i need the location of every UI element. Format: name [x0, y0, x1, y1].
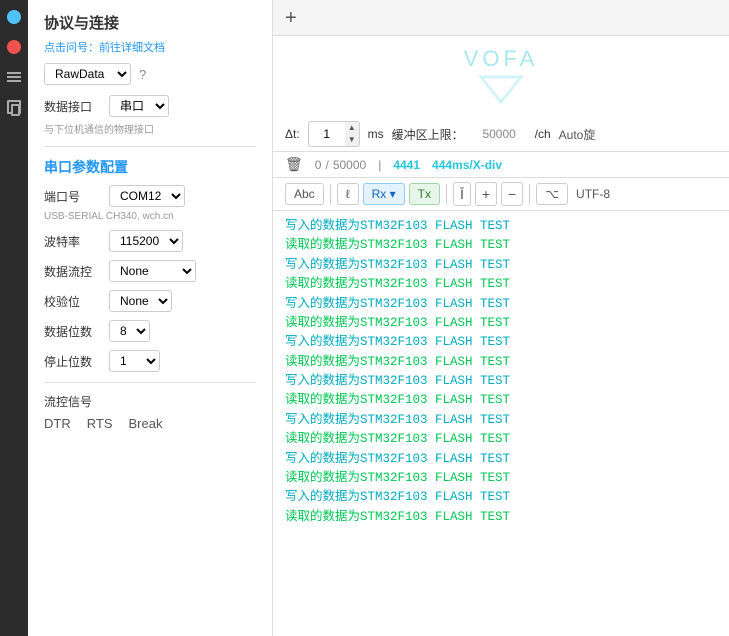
- vofa-logo: VOFA: [464, 46, 539, 107]
- protocol-select[interactable]: RawData FireWater: [44, 63, 131, 85]
- flow-control-row: DTR RTS Break: [44, 416, 256, 431]
- break-control[interactable]: Break: [128, 416, 162, 431]
- main-panel: + VOFA Δt: 1 ▲ ▼ ms 缓冲区上限： /ch Auto旋 🗑 0: [273, 0, 729, 636]
- terminal-line: 读取的数据为STM32F103 FLASH TEST: [285, 430, 717, 449]
- top-bar: +: [273, 0, 729, 36]
- delta-up[interactable]: ▲: [345, 122, 359, 134]
- parity-select[interactable]: None Even Odd: [109, 290, 172, 312]
- delta-label: Δt:: [285, 127, 300, 141]
- buffer-input[interactable]: [472, 127, 527, 141]
- toolbar-sep-3: [529, 184, 530, 204]
- terminal-line: 读取的数据为STM32F103 FLASH TEST: [285, 508, 717, 527]
- settings-row: Δt: 1 ▲ ▼ ms 缓冲区上限： /ch Auto旋: [273, 117, 729, 152]
- terminal-line: 写入的数据为STM32F103 FLASH TEST: [285, 372, 717, 391]
- parity-label: 校验位: [44, 293, 109, 310]
- status-total: 50000: [333, 158, 366, 172]
- terminal-line: 写入的数据为STM32F103 FLASH TEST: [285, 217, 717, 236]
- tx-button[interactable]: Tx: [409, 183, 440, 205]
- delta-input[interactable]: 1: [309, 125, 345, 143]
- interface-desc: 与下位机通信的物理接口: [44, 121, 256, 136]
- clear-button[interactable]: 🗑: [285, 156, 303, 173]
- dtr-control[interactable]: DTR: [44, 416, 71, 431]
- terminal-line: 写入的数据为STM32F103 FLASH TEST: [285, 411, 717, 430]
- abc-button[interactable]: Abc: [285, 183, 324, 205]
- rx-button[interactable]: Rx ▾: [363, 183, 405, 205]
- protocol-section-title: 协议与连接: [44, 12, 256, 33]
- status-numbers: 0 / 50000: [315, 158, 366, 172]
- port-label: 端口号: [44, 188, 109, 205]
- vofa-text: VOFA: [464, 46, 539, 72]
- databits-select[interactable]: 8 7 6 5: [109, 320, 150, 342]
- interface-label: 数据接口: [44, 98, 109, 115]
- terminal-line: 读取的数据为STM32F103 FLASH TEST: [285, 314, 717, 333]
- per-ch-label: /ch: [535, 127, 551, 141]
- buffer-label: 缓冲区上限：: [392, 126, 464, 143]
- encoding-label: UTF-8: [576, 187, 610, 201]
- toolbar-sep-1: [330, 184, 331, 204]
- branch-button[interactable]: ⌥: [536, 183, 568, 205]
- docs-link[interactable]: 点击问号：前往详细文档: [44, 39, 256, 55]
- databits-label: 数据位数: [44, 323, 109, 340]
- rts-control[interactable]: RTS: [87, 416, 113, 431]
- circle-red-icon[interactable]: [5, 38, 23, 56]
- sidebar: 协议与连接 点击问号：前往详细文档 RawData FireWater ? 数据…: [28, 0, 273, 636]
- delta-input-wrap: 1 ▲ ▼: [308, 121, 360, 147]
- status-zero: 0: [315, 158, 322, 172]
- flow-label: 数据流控: [44, 263, 109, 280]
- toolbar-sep-2: [446, 184, 447, 204]
- terminal-line: 读取的数据为STM32F103 FLASH TEST: [285, 469, 717, 488]
- auto-label: Auto旋: [559, 126, 596, 143]
- icon-strip: [0, 0, 28, 636]
- terminal-line: 读取的数据为STM32F103 FLASH TEST: [285, 275, 717, 294]
- terminal-line: 写入的数据为STM32F103 FLASH TEST: [285, 295, 717, 314]
- flowsig-label: 流控信号: [44, 393, 256, 410]
- status-pipe: |: [378, 158, 381, 172]
- status-count: 4441: [393, 158, 420, 172]
- terminal-line: 写入的数据为STM32F103 FLASH TEST: [285, 450, 717, 469]
- circle-blue-icon[interactable]: [5, 8, 23, 26]
- terminal-line: 写入的数据为STM32F103 FLASH TEST: [285, 488, 717, 507]
- status-bar: 🗑 0 / 50000 | 4441 444ms/X-div: [273, 152, 729, 178]
- help-icon[interactable]: ?: [139, 67, 146, 82]
- flow-select[interactable]: None Hardware Software: [109, 260, 196, 282]
- baud-select[interactable]: 115200 9600 38400 57600: [109, 230, 183, 252]
- vofa-arrow-icon: [476, 72, 526, 107]
- minus-button[interactable]: −: [501, 182, 523, 206]
- port-sub: USB-SERIAL CH340, wch.cn: [44, 211, 256, 222]
- status-rate: 444ms/X-div: [432, 158, 502, 172]
- terminal-line: 读取的数据为STM32F103 FLASH TEST: [285, 353, 717, 372]
- ms-label: ms: [368, 127, 384, 141]
- serial-config-title: 串口参数配置: [44, 157, 256, 177]
- port-select[interactable]: COM12 COM1 COM3: [109, 185, 185, 207]
- terminal-line: 读取的数据为STM32F103 FLASH TEST: [285, 391, 717, 410]
- status-slash: /: [325, 158, 328, 172]
- add-tab-button[interactable]: +: [285, 8, 297, 28]
- interface-select[interactable]: 串口 UDP TCP: [109, 95, 169, 117]
- plus-button[interactable]: +: [475, 182, 497, 206]
- menu-icon[interactable]: [5, 68, 23, 86]
- delta-down[interactable]: ▼: [345, 134, 359, 146]
- delta-spinner: ▲ ▼: [345, 122, 359, 146]
- cursor-button[interactable]: ℓ: [337, 183, 359, 205]
- panel-icon[interactable]: [5, 98, 23, 116]
- toolbar: Abc ℓ Rx ▾ Tx Ī + − ⌥ UTF-8: [273, 178, 729, 211]
- terminal-line: 写入的数据为STM32F103 FLASH TEST: [285, 256, 717, 275]
- terminal-line: 读取的数据为STM32F103 FLASH TEST: [285, 236, 717, 255]
- vofa-logo-area: VOFA: [273, 36, 729, 117]
- terminal[interactable]: 写入的数据为STM32F103 FLASH TEST读取的数据为STM32F10…: [273, 211, 729, 636]
- stopbits-select[interactable]: 1 1.5 2: [109, 350, 160, 372]
- terminal-line: 写入的数据为STM32F103 FLASH TEST: [285, 333, 717, 352]
- stopbits-label: 停止位数: [44, 353, 109, 370]
- baud-label: 波特率: [44, 233, 109, 250]
- align-button[interactable]: Ī: [453, 182, 471, 206]
